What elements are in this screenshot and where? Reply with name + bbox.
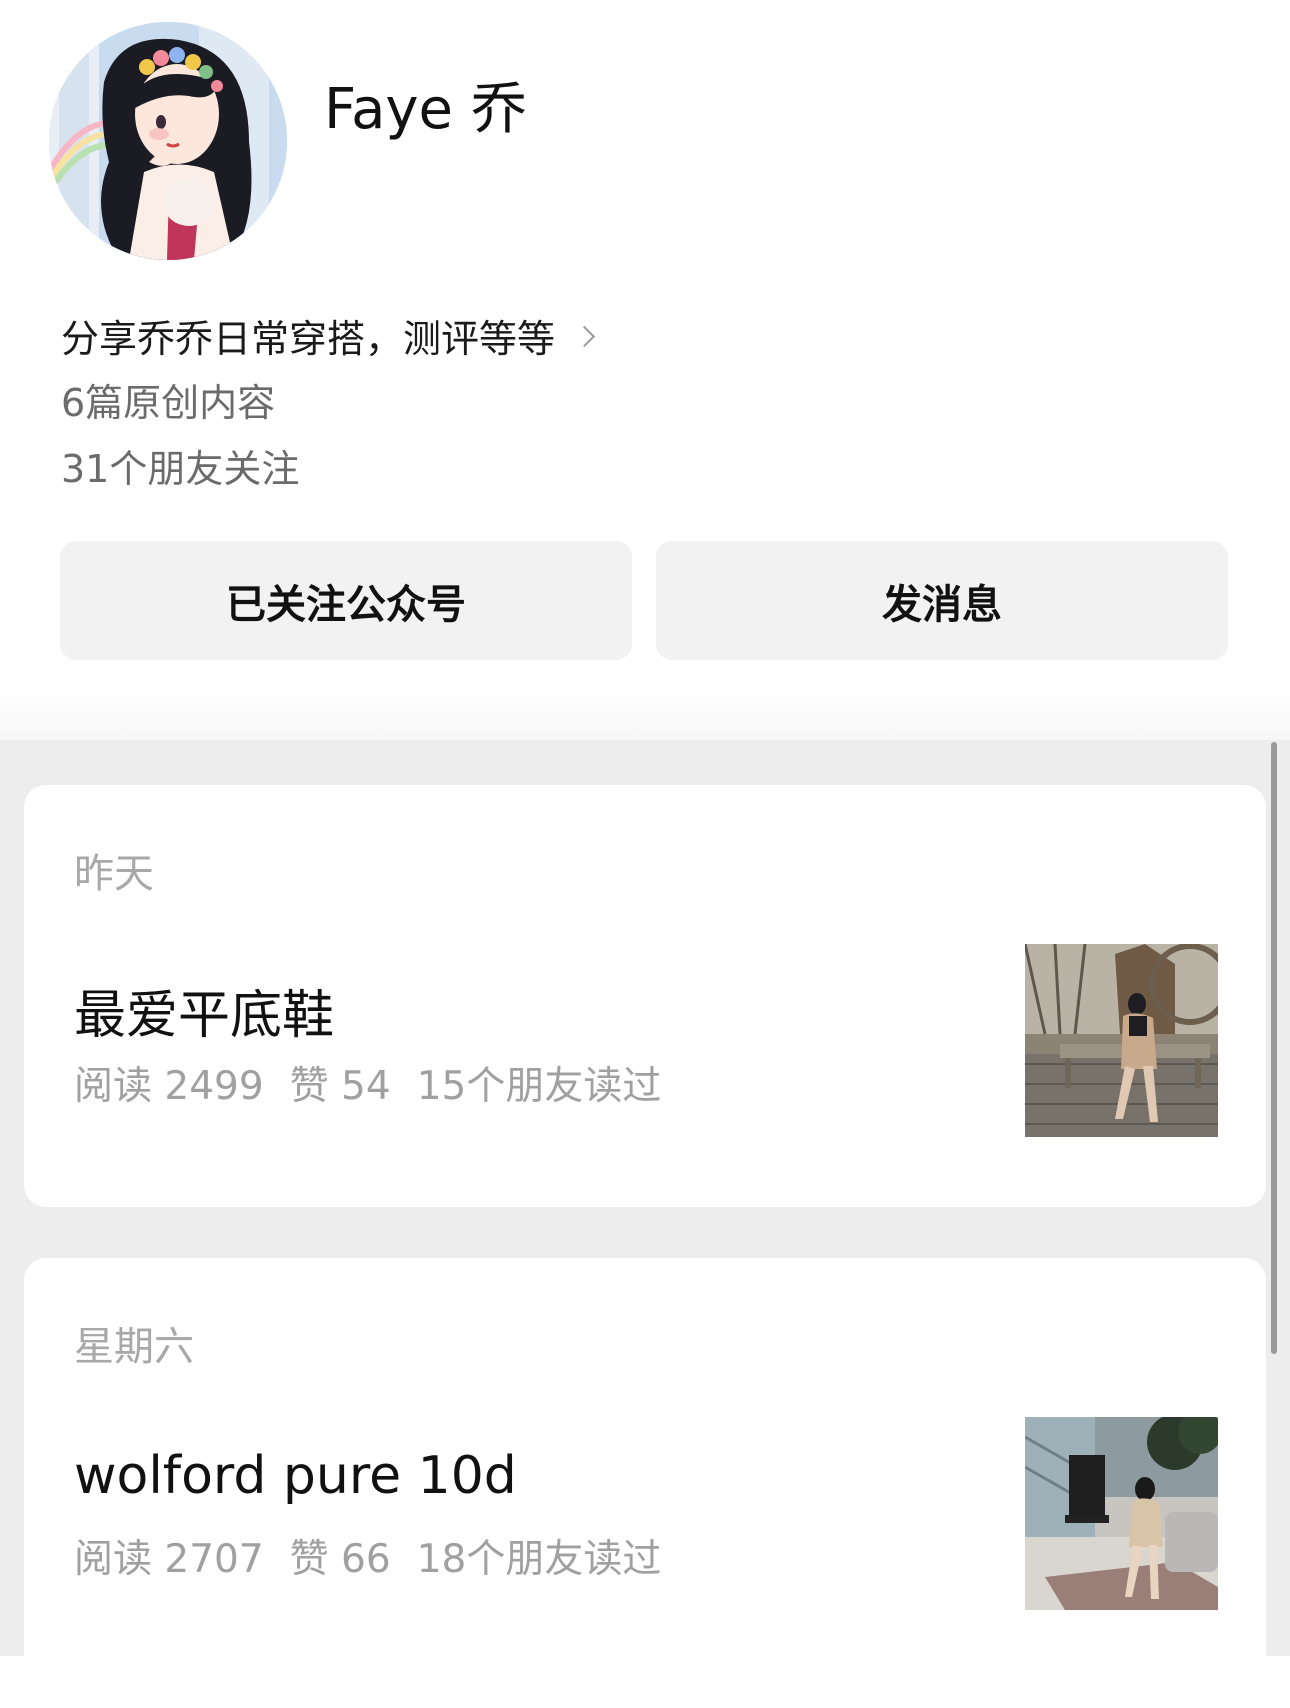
send-message-button[interactable]: 发消息 [656, 541, 1228, 660]
profile-header: Faye 乔 分享乔乔日常穿搭，测评等等 6篇原创内容 31个朋友关注 已关注公… [0, 0, 1290, 740]
scrollbar[interactable] [1271, 742, 1277, 1354]
avatar[interactable] [49, 22, 287, 260]
thumbnail-image [1025, 1417, 1218, 1610]
article-date: 昨天 [74, 851, 154, 897]
account-name: Faye 乔 [324, 77, 527, 142]
avatar-illustration [49, 22, 287, 260]
article-card[interactable]: 星期六 wolford pure 10d 阅读 2707 赞 66 18个朋友读过 [24, 1258, 1266, 1708]
read-count: 阅读 2499 [74, 1064, 264, 1109]
article-thumbnail[interactable] [1025, 944, 1218, 1137]
article-title: wolford pure 10d [74, 1446, 517, 1506]
bio-link[interactable]: 分享乔乔日常穿搭，测评等等 [61, 308, 596, 363]
article-date: 星期六 [74, 1324, 194, 1370]
article-title: 最爱平底鞋 [74, 986, 335, 1046]
followed-account-button[interactable]: 已关注公众号 [60, 541, 632, 660]
thumbnail-image [1025, 944, 1218, 1137]
friends-read-count: 15个朋友读过 [416, 1064, 662, 1109]
original-content-count[interactable]: 6篇原创内容 [61, 372, 275, 427]
like-count: 赞 54 [289, 1064, 391, 1109]
bio-text: 分享乔乔日常穿搭，测评等等 [61, 317, 556, 361]
article-stats: 阅读 2707 赞 66 18个朋友读过 [74, 1528, 687, 1584]
article-stats: 阅读 2499 赞 54 15个朋友读过 [74, 1055, 687, 1111]
read-count: 阅读 2707 [74, 1537, 264, 1582]
friends-follow-count[interactable]: 31个朋友关注 [61, 438, 299, 493]
like-count: 赞 66 [289, 1537, 391, 1582]
friends-read-count: 18个朋友读过 [416, 1537, 662, 1582]
article-feed: 昨天 最爱平底鞋 阅读 2499 赞 54 15个朋友读过 星期六 wolfor… [0, 740, 1290, 1708]
chevron-right-icon [573, 325, 596, 348]
article-thumbnail[interactable] [1025, 1417, 1218, 1610]
article-card[interactable]: 昨天 最爱平底鞋 阅读 2499 赞 54 15个朋友读过 [24, 785, 1266, 1207]
